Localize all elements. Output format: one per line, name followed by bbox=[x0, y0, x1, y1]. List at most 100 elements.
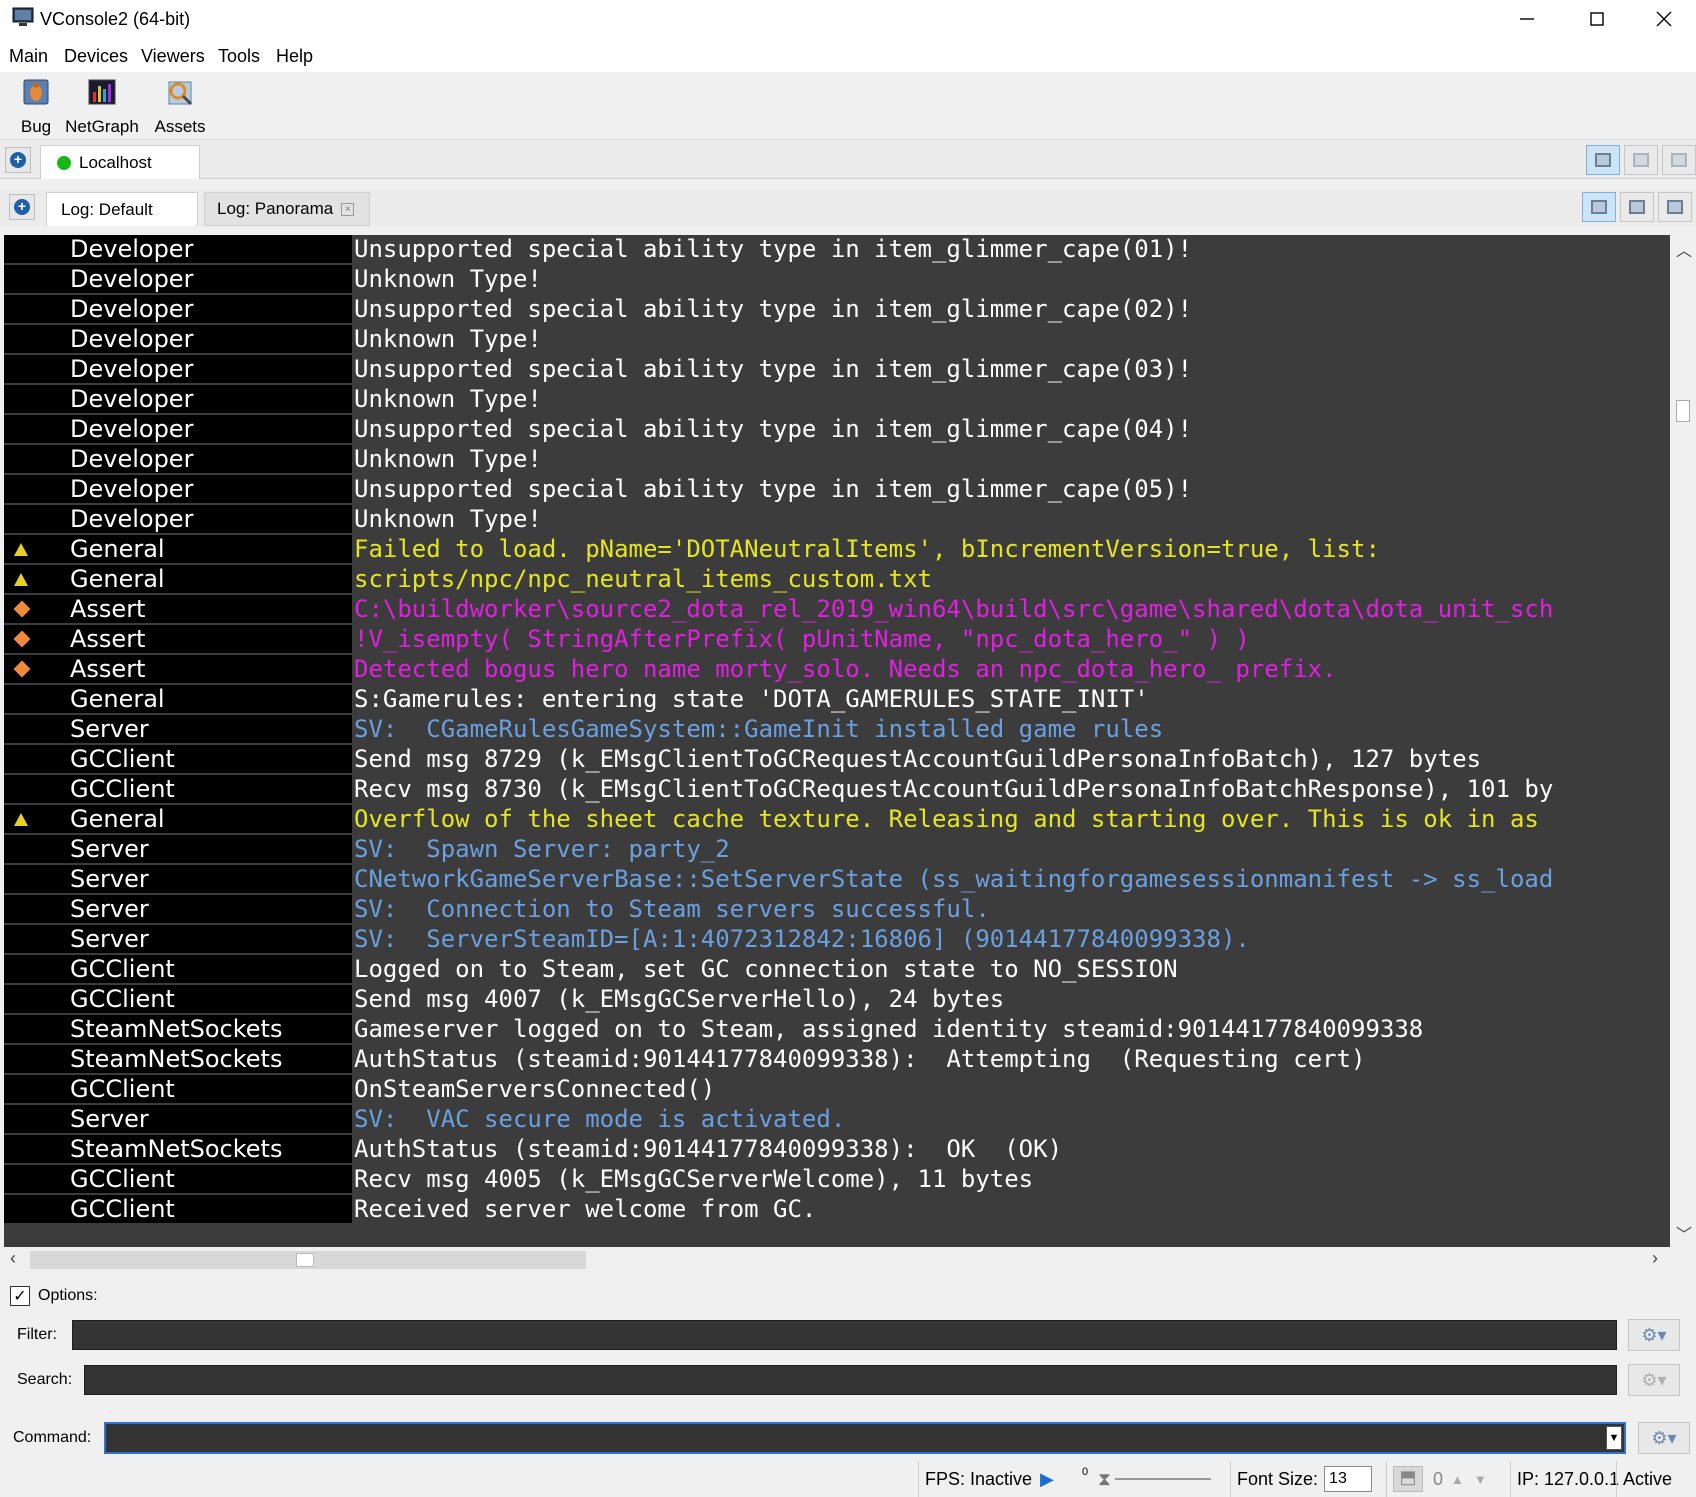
log-message: SV: CGameRulesGameSystem::GameInit insta… bbox=[354, 715, 1164, 743]
log-row[interactable]: Developer Unsupported special ability typ… bbox=[4, 235, 1670, 265]
bookmark-icon[interactable]: ⬒ bbox=[1393, 1466, 1423, 1492]
close-window-button[interactable] bbox=[1632, 0, 1696, 38]
search-input[interactable] bbox=[84, 1365, 1617, 1395]
log-row[interactable]: Developer Unsupported special ability typ… bbox=[4, 415, 1670, 445]
slider-handle-icon[interactable]: ⧗ bbox=[1098, 1469, 1111, 1490]
minimize-button[interactable] bbox=[1492, 0, 1562, 38]
add-icon: + bbox=[14, 199, 30, 215]
font-size-label: Font Size: bbox=[1237, 1468, 1319, 1489]
vertical-scroll-thumb[interactable] bbox=[1676, 400, 1690, 422]
log-row[interactable]: Server SV: Connection to Steam servers su… bbox=[4, 895, 1670, 925]
log-channel-text: Assert bbox=[70, 595, 146, 623]
split-vertical-button[interactable] bbox=[1624, 145, 1658, 175]
filter-input[interactable] bbox=[72, 1320, 1617, 1350]
scroll-left-icon[interactable]: ‹ bbox=[10, 1248, 16, 1269]
log-row[interactable]: GCClient Send msg 4007 (k_EMsgGCServerHel… bbox=[4, 985, 1670, 1015]
assert-icon bbox=[13, 600, 31, 618]
log-row[interactable]: GCClient OnSteamServersConnected() bbox=[4, 1075, 1670, 1105]
log-row[interactable]: SteamNetSockets AuthStatus (steamid:90144… bbox=[4, 1135, 1670, 1165]
log-row[interactable]: Developer Unsupported special ability typ… bbox=[4, 355, 1670, 385]
add-log-button[interactable]: + bbox=[9, 194, 35, 220]
log-console[interactable]: Developer Unsupported special ability typ… bbox=[4, 235, 1670, 1247]
fps-slider[interactable]: 0 ⧗ bbox=[1076, 1461, 1230, 1497]
command-history-dropdown[interactable]: ▼ bbox=[1606, 1426, 1622, 1450]
log-row[interactable]: GCClient Send msg 8729 (k_EMsgClientToGCR… bbox=[4, 745, 1670, 775]
log-row[interactable]: Server SV: Spawn Server: party_2 bbox=[4, 835, 1670, 865]
log-row[interactable]: Developer Unsupported special ability typ… bbox=[4, 295, 1670, 325]
search-settings-button[interactable]: ⚙▾ bbox=[1628, 1364, 1680, 1396]
horizontal-scroll-thumb[interactable] bbox=[296, 1253, 314, 1267]
split-horizontal-button[interactable] bbox=[1662, 145, 1696, 175]
scroll-down-icon[interactable]: ﹀ bbox=[1676, 1221, 1692, 1245]
log-row[interactable]: Developer Unsupported special ability typ… bbox=[4, 475, 1670, 505]
log-row[interactable]: Server SV: ServerSteamID=[A:1:4072312842:… bbox=[4, 925, 1670, 955]
command-input[interactable] bbox=[104, 1422, 1626, 1454]
log-row[interactable]: General Overflow of the sheet cache textu… bbox=[4, 805, 1670, 835]
log-channel-text: GCClient bbox=[70, 1075, 175, 1103]
options-checkbox[interactable]: ✓ bbox=[10, 1286, 30, 1306]
log-row[interactable]: GCClient Received server welcome from GC. bbox=[4, 1195, 1670, 1225]
scroll-up-icon[interactable]: ︿ bbox=[1676, 237, 1692, 261]
log-channel: Assert bbox=[4, 595, 352, 623]
log-row[interactable]: Server SV: CGameRulesGameSystem::GameInit… bbox=[4, 715, 1670, 745]
close-tab-icon[interactable]: × bbox=[341, 202, 355, 216]
log-channel-text: GCClient bbox=[70, 775, 175, 803]
arrow-up-icon[interactable]: ▲ bbox=[1451, 1472, 1464, 1487]
log-row[interactable]: GCClient Recv msg 4005 (k_EMsgGCServerWel… bbox=[4, 1165, 1670, 1195]
log-message: Unknown Type! bbox=[354, 445, 542, 473]
log-split-vertical-button[interactable] bbox=[1620, 192, 1654, 222]
log-row[interactable]: Assert C:\buildworker\source2_dota_rel_20… bbox=[4, 595, 1670, 625]
log-row[interactable]: Developer Unknown Type! bbox=[4, 385, 1670, 415]
log-row[interactable]: General scripts/npc/npc_neutral_items_cus… bbox=[4, 565, 1670, 595]
arrow-down-icon[interactable]: ▼ bbox=[1474, 1472, 1487, 1487]
single-pane-icon bbox=[1591, 200, 1607, 214]
tab-log-default[interactable]: Log: Default bbox=[46, 192, 198, 226]
menu-tools[interactable]: Tools bbox=[218, 46, 260, 67]
log-row[interactable]: Developer Unknown Type! bbox=[4, 325, 1670, 355]
log-row[interactable]: GCClient Logged on to Steam, set GC conne… bbox=[4, 955, 1670, 985]
slider-value: 0 bbox=[1082, 1466, 1089, 1478]
log-channel: SteamNetSockets bbox=[4, 1135, 352, 1163]
log-message: Detected bogus hero name morty_solo. Nee… bbox=[354, 655, 1337, 683]
log-row[interactable]: Server SV: VAC secure mode is activated. bbox=[4, 1105, 1670, 1135]
log-row[interactable]: Assert Detected bogus hero name morty_sol… bbox=[4, 655, 1670, 685]
log-channel-text: General bbox=[70, 685, 165, 713]
log-row[interactable]: GCClient Recv msg 8730 (k_EMsgClientToGCR… bbox=[4, 775, 1670, 805]
log-row[interactable]: Assert !V_isempty( StringAfterPrefix( pUn… bbox=[4, 625, 1670, 655]
bug-button[interactable]: Bug bbox=[16, 76, 56, 136]
menu-viewers[interactable]: Viewers bbox=[141, 46, 205, 67]
log-channel: General bbox=[4, 565, 352, 593]
slider-track[interactable] bbox=[1114, 1478, 1211, 1480]
assets-button[interactable]: Assets bbox=[152, 76, 208, 136]
add-device-button[interactable]: + bbox=[5, 147, 31, 173]
netgraph-button[interactable]: NetGraph bbox=[64, 76, 140, 136]
single-view-button[interactable] bbox=[1586, 145, 1620, 175]
log-row[interactable]: SteamNetSockets Gameserver logged on to S… bbox=[4, 1015, 1670, 1045]
horizontal-scrollbar[interactable]: ‹ › bbox=[4, 1247, 1670, 1273]
font-size-input[interactable]: 13 bbox=[1324, 1466, 1373, 1492]
scroll-right-icon[interactable]: › bbox=[1652, 1248, 1658, 1269]
command-settings-button[interactable]: ⚙▾ bbox=[1638, 1422, 1690, 1454]
chevron-down-icon: ▼ bbox=[1608, 1432, 1620, 1444]
log-row[interactable]: General Failed to load. pName='DOTANeutra… bbox=[4, 535, 1670, 565]
menu-devices[interactable]: Devices bbox=[64, 46, 128, 67]
menu-main[interactable]: Main bbox=[9, 46, 48, 67]
log-message: SV: ServerSteamID=[A:1:4072312842:16806]… bbox=[354, 925, 1250, 953]
menu-help[interactable]: Help bbox=[276, 46, 313, 67]
log-row[interactable]: General S:Gamerules: entering state 'DOTA… bbox=[4, 685, 1670, 715]
tab-localhost[interactable]: Localhost bbox=[40, 145, 200, 179]
maximize-button[interactable] bbox=[1562, 0, 1632, 38]
vertical-scrollbar[interactable]: ︿ ﹀ bbox=[1670, 235, 1696, 1247]
log-row[interactable]: Server CNetworkGameServerBase::SetServerS… bbox=[4, 865, 1670, 895]
log-row[interactable]: Developer Unknown Type! bbox=[4, 445, 1670, 475]
log-single-view-button[interactable] bbox=[1582, 192, 1616, 222]
tab-log-default-label: Log: Default bbox=[61, 199, 153, 219]
filter-settings-button[interactable]: ⚙▾ bbox=[1628, 1319, 1680, 1351]
log-row[interactable]: Developer Unknown Type! bbox=[4, 505, 1670, 535]
log-row[interactable]: SteamNetSockets AuthStatus (steamid:90144… bbox=[4, 1045, 1670, 1075]
tab-log-panorama[interactable]: Log: Panorama × bbox=[204, 192, 370, 226]
log-split-horizontal-button[interactable] bbox=[1658, 192, 1692, 222]
play-button[interactable]: ▶ bbox=[1034, 1461, 1076, 1497]
log-row[interactable]: Developer Unknown Type! bbox=[4, 265, 1670, 295]
log-channel: Server bbox=[4, 865, 352, 893]
